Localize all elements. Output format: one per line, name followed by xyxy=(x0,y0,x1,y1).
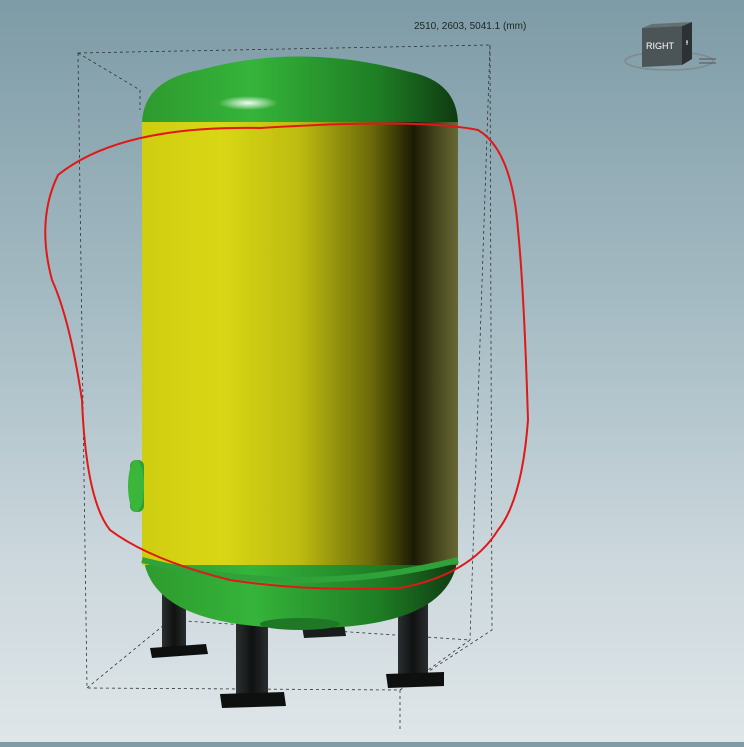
3d-viewport[interactable]: 2510, 2603, 5041.1 (mm) RIGHT xyxy=(0,0,744,742)
view-cube-face-label: RIGHT xyxy=(646,41,675,51)
view-cube[interactable]: RIGHT xyxy=(624,18,724,78)
model-scene xyxy=(44,44,530,730)
view-cube-icon: RIGHT xyxy=(624,22,716,71)
side-nozzle xyxy=(128,460,144,512)
dimensions-readout: 2510, 2603, 5041.1 (mm) xyxy=(414,21,527,32)
tank-shell xyxy=(142,122,458,565)
top-head xyxy=(142,56,458,125)
